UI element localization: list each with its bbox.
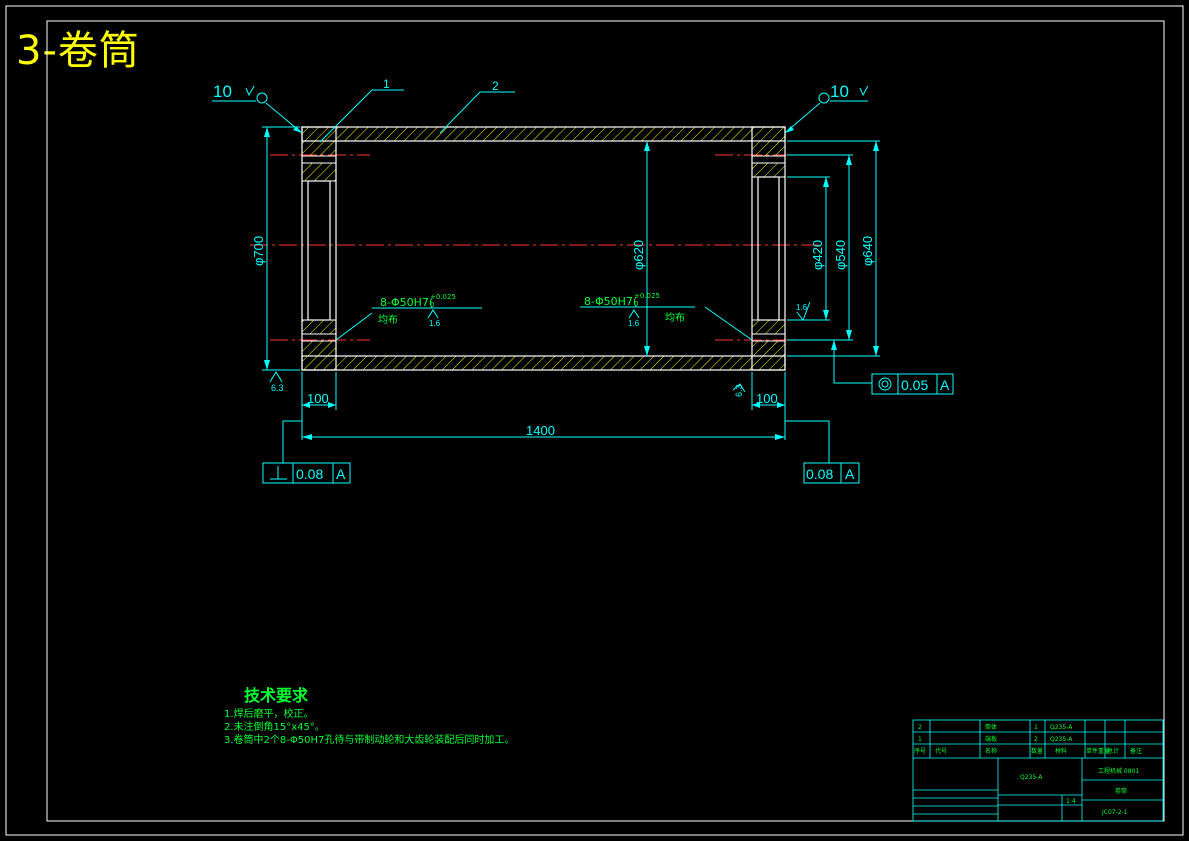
hole-even-left: 均布 [378, 314, 398, 326]
tb-row1-material: Q235-A [1050, 724, 1073, 731]
roughness-left-top: 10 [213, 82, 232, 101]
tb-row1-no: 2 [918, 724, 922, 731]
tb-row1-name: 筒体 [985, 723, 997, 731]
roughness-right-top: 10 [830, 82, 849, 101]
tb-header-remark: 备注 [1130, 747, 1142, 755]
perp-value: 0.08 [296, 466, 323, 482]
hole-tol-upper-left: +0.025 [430, 293, 456, 301]
tb-header-total: 总计 [1107, 747, 1119, 755]
tol-right-datum: A [845, 466, 855, 482]
perpendicularity-icon [270, 466, 287, 480]
tb-header-material: 材料 [1055, 747, 1067, 755]
part-label-1: 1 [383, 77, 390, 91]
perp-datum: A [336, 466, 346, 482]
coaxiality-icon [878, 377, 892, 391]
tb-row2-qty: 2 [1034, 736, 1038, 743]
tb-material: Q235-A [1020, 774, 1043, 781]
part-label-2: 2 [492, 79, 499, 93]
tol-right-value: 0.08 [806, 466, 833, 482]
tb-row2-material: Q235-A [1050, 736, 1073, 743]
roughness-63-right: 6.3 [734, 384, 744, 397]
tol-frame-perpendicularity: 0.08 A [262, 462, 351, 484]
tb-header-name: 名称 [985, 747, 997, 755]
end-plates [301, 126, 786, 371]
hole-tol-lower-right: 0 [634, 300, 638, 308]
coax-datum: A [940, 377, 950, 393]
dim-d540: φ540 [833, 240, 848, 270]
arrowheads [264, 126, 879, 440]
technical-requirements: 技术要求 1.焊后磨平，校正。 2.未注倒角15°x45°。 3.卷筒中2个8-… [224, 682, 514, 747]
dim-width-left: 100 [307, 391, 329, 406]
notes-title: 技术要求 [244, 686, 309, 705]
drum-drawing: φ700 φ620 φ420 φ540 φ640 1400 100 100 10… [5, 5, 1184, 836]
roughness-16-c: 1.6 [796, 303, 808, 312]
centerlines [250, 154, 830, 341]
hole-tol-lower-left: 0 [430, 301, 434, 309]
tb-header-qty: 数量 [1031, 747, 1043, 755]
tb-row2-no: 1 [918, 736, 922, 743]
dim-d700: φ700 [251, 236, 266, 266]
hole-tol-upper-right: +0.025 [634, 292, 660, 300]
tb-company: 工程机械 0801 [1098, 767, 1139, 775]
tb-header-no: 序号 [914, 747, 926, 755]
dim-length: 1400 [526, 423, 555, 438]
shell-hatching [301, 126, 786, 371]
coax-value: 0.05 [901, 377, 928, 393]
tb-row1-qty: 1 [1034, 724, 1038, 731]
notes-line-2: 2.未注倒角15°x45°。 [224, 722, 325, 733]
roughness-16-b: 1.6 [628, 319, 640, 328]
roughness-63-left: 6.3 [271, 383, 284, 393]
notes-line-3: 3.卷筒中2个8-Φ50H7孔待与带制动轮和大齿轮装配后同时加工。 [224, 735, 515, 746]
hole-callout-right: 8-Φ50H7( [584, 295, 637, 308]
tb-row2-name: 端板 [985, 735, 997, 743]
dim-width-right: 100 [756, 391, 778, 406]
tb-header-code: 代号 [935, 747, 947, 755]
hole-callout-left: 8-Φ50H7( [380, 296, 433, 309]
dim-d420: φ420 [810, 240, 825, 270]
tb-drawing-no: JC07-2-1 [1101, 809, 1128, 816]
hole-even-right: 均布 [665, 312, 685, 324]
dim-d620: φ620 [631, 240, 646, 270]
tb-scale: 1:4 [1066, 798, 1076, 805]
roughness-16-a: 1.6 [429, 319, 441, 328]
tol-frame-right: 0.08 A [803, 462, 860, 484]
tb-part-name: 卷筒 [1115, 787, 1127, 795]
tol-frame-coaxiality: 0.05 A [871, 373, 954, 395]
dim-d640: φ640 [860, 236, 875, 266]
notes-line-1: 1.焊后磨平，校正。 [224, 709, 314, 720]
